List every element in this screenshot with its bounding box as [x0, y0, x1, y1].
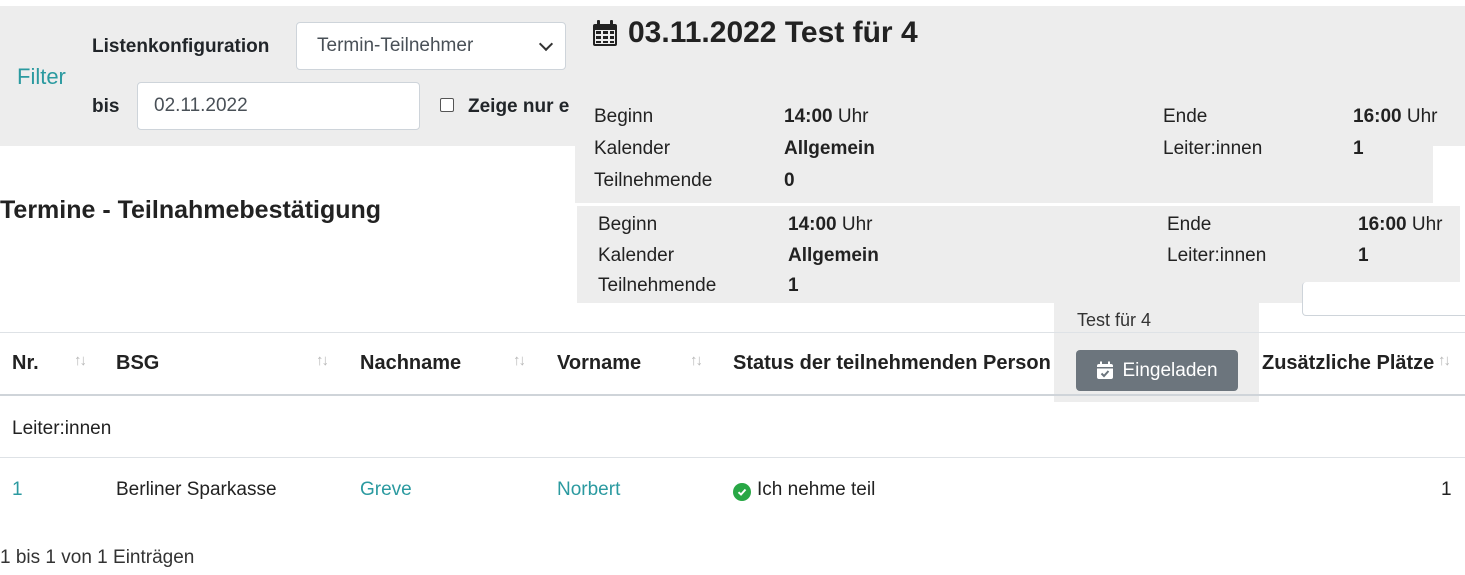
ende-value: 16:00 Uhr [1358, 214, 1443, 235]
leiter-value: 1 [1353, 138, 1364, 159]
filter-checkbox-label: Zeige nur e [468, 96, 570, 117]
row-vorname-link[interactable]: Norbert [557, 479, 620, 501]
divider [575, 203, 1465, 205]
bis-date-input[interactable] [137, 82, 420, 130]
chevron-down-icon [538, 36, 554, 52]
beginn-label: Beginn [598, 214, 658, 235]
ende-label: Ende [1167, 214, 1212, 235]
beginn-value: 14:00 Uhr [784, 106, 869, 127]
row-status-text: Ich nehme teil [757, 479, 876, 500]
ende-value: 16:00 Uhr [1353, 106, 1438, 127]
eingeladen-label: Eingeladen [1122, 359, 1218, 381]
status-popover-title: Test für 4 [1077, 310, 1152, 330]
column-header-zusaetzliche-plaetze[interactable]: Zusätzliche Plätze [1262, 352, 1434, 375]
column-header-vorname[interactable]: Vorname [557, 352, 641, 375]
column-header-status[interactable]: Status der teilnehmenden Person [733, 352, 1051, 375]
beginn-value: 14:00 Uhr [788, 214, 873, 235]
group-label-leiter: Leiter:innen [12, 418, 112, 439]
check-circle-icon [733, 483, 751, 501]
kalender-value: Allgemein [788, 245, 879, 266]
list-config-value: Termin-Teilnehmer [317, 35, 474, 56]
column-header-bsg[interactable]: BSG [116, 352, 159, 375]
table-top-border [0, 332, 1465, 333]
beginn-label: Beginn [594, 106, 654, 127]
column-header-nr[interactable]: Nr. [12, 352, 39, 375]
event-date-title: 03.11.2022 Test für 4 [628, 16, 918, 49]
filter-toggle-link[interactable]: Filter [17, 64, 66, 90]
bis-label: bis [92, 96, 120, 117]
leiter-label: Leiter:innen [1167, 245, 1267, 266]
row-nr-link[interactable]: 1 [12, 479, 23, 501]
kalender-label: Kalender [598, 245, 675, 266]
sort-icon[interactable]: ↑↓ [690, 352, 703, 369]
kalender-label: Kalender [594, 138, 671, 159]
sort-icon[interactable]: ↑↓ [74, 352, 87, 369]
row-zusaetzliche-plaetze: 1 [1441, 479, 1452, 500]
kalender-value: Allgemein [784, 138, 875, 159]
row-bsg: Berliner Sparkasse [116, 479, 277, 500]
sort-icon[interactable]: ↑↓ [513, 352, 526, 369]
list-config-select[interactable]: Termin-Teilnehmer [296, 22, 566, 70]
search-input[interactable] [1302, 282, 1465, 316]
table-info-footer: 1 bis 1 von 1 Einträgen [0, 547, 195, 568]
row-divider [0, 457, 1465, 458]
teilnehmende-label: Teilnehmende [598, 275, 717, 296]
leiter-label: Leiter:innen [1163, 138, 1263, 159]
leiter-value: 1 [1358, 245, 1369, 266]
event-popover-title: 03.11.2022 Test für 4 [592, 16, 918, 50]
calendar-icon [593, 20, 617, 46]
eingeladen-button[interactable]: Eingeladen [1076, 350, 1238, 391]
page-title: Termine - Teilnahmebestätigung [0, 196, 382, 224]
calendar-check-icon [1097, 361, 1114, 379]
ende-label: Ende [1163, 106, 1208, 127]
sort-icon[interactable]: ↑↓ [316, 352, 329, 369]
teilnehmende-label: Teilnehmende [594, 170, 713, 191]
teilnehmende-value: 0 [784, 170, 795, 191]
row-status: Ich nehme teil [733, 479, 875, 501]
teilnehmende-value: 1 [788, 275, 799, 296]
row-nachname-link[interactable]: Greve [360, 479, 412, 501]
column-header-nachname[interactable]: Nachname [360, 352, 461, 375]
list-config-label: Listenkonfiguration [92, 36, 270, 57]
table-header-border [0, 394, 1465, 396]
filter-checkbox[interactable] [440, 98, 454, 112]
sort-icon[interactable]: ↑↓ [1438, 352, 1451, 369]
